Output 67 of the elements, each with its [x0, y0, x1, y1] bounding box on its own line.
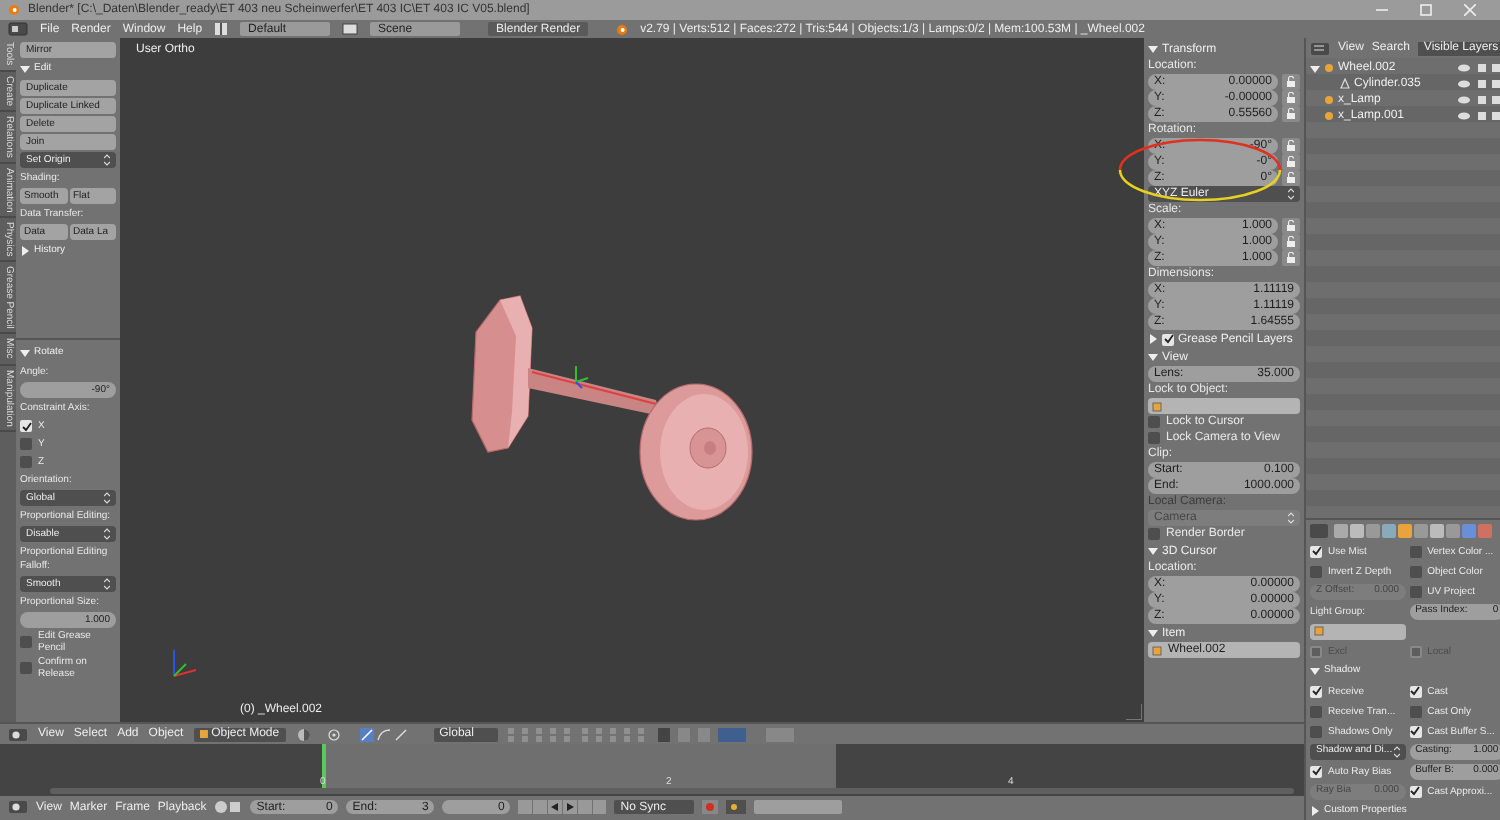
lock-button[interactable]: [1282, 90, 1300, 106]
visibility-icons-drawing: [1456, 62, 1500, 74]
object-icon: [1324, 62, 1334, 74]
header-tool-icons-drawing: [657, 727, 798, 741]
checkbox[interactable]: [1310, 565, 1322, 577]
checkbox[interactable]: [1409, 545, 1422, 557]
object-icon: [1314, 626, 1324, 636]
checkbox[interactable]: [1409, 685, 1422, 697]
editor-type-icon: [1310, 41, 1330, 55]
checkbox[interactable]: [1409, 785, 1422, 797]
layer-buttons-drawing: [507, 727, 648, 741]
checkbox[interactable]: [20, 420, 32, 432]
checkbox[interactable]: [1148, 432, 1160, 444]
checkbox[interactable]: [1409, 565, 1422, 577]
lock-button[interactable]: [1282, 138, 1300, 154]
screen-layout-icon: [214, 22, 229, 36]
updown-arrows-icon: [1288, 512, 1294, 524]
checkbox[interactable]: [20, 662, 32, 674]
mesh-icon: [1340, 78, 1350, 90]
close-icon[interactable]: [1464, 4, 1476, 16]
object-icon: [1152, 401, 1162, 411]
lock-button[interactable]: [1282, 218, 1300, 234]
playback-controls-drawing: [518, 800, 607, 814]
editor-type-icon: [8, 800, 28, 814]
checkbox[interactable]: [20, 456, 32, 468]
checkbox[interactable]: [1310, 545, 1322, 557]
lock-button[interactable]: [1282, 250, 1300, 266]
lock-button[interactable]: [1282, 74, 1300, 90]
object-icon: [1152, 645, 1162, 655]
scene-icon: [342, 22, 359, 36]
maximize-icon[interactable]: [1420, 4, 1432, 16]
checkbox[interactable]: [20, 636, 32, 648]
lock-button[interactable]: [1282, 234, 1300, 250]
checkbox[interactable]: [20, 438, 32, 450]
keying-set-icon: [726, 800, 747, 814]
object-mode-icon: [199, 730, 208, 738]
scrollbar[interactable]: [50, 788, 1294, 794]
checkbox[interactable]: [1148, 416, 1160, 428]
checkbox[interactable]: [1310, 725, 1322, 737]
checkbox[interactable]: [1148, 528, 1160, 540]
visibility-icons-drawing: [1456, 110, 1500, 122]
lock-button[interactable]: [1282, 154, 1300, 170]
text-field[interactable]: [1148, 398, 1300, 414]
visibility-icons-drawing: [1456, 94, 1500, 106]
visibility-icons-drawing: [1456, 78, 1500, 90]
axis-gizmo-icon: [168, 646, 200, 682]
updown-arrows-icon: [1288, 188, 1294, 200]
updown-arrows-icon: [104, 492, 110, 504]
lock-button[interactable]: [1282, 170, 1300, 186]
checkbox[interactable]: [1310, 685, 1322, 697]
checkbox[interactable]: [1409, 725, 1422, 737]
checkbox[interactable]: [1409, 705, 1422, 717]
minimize-icon[interactable]: [1376, 4, 1388, 16]
text-field[interactable]: [1310, 623, 1406, 639]
updown-arrows-icon: [104, 528, 110, 540]
updown-arrows-icon: [104, 578, 110, 590]
lock-button[interactable]: [1282, 106, 1300, 122]
checkbox[interactable]: [1310, 765, 1322, 777]
checkbox[interactable]: [1162, 333, 1174, 345]
keying-set-field[interactable]: [754, 800, 843, 814]
checkbox[interactable]: [1409, 585, 1422, 597]
app-logo-icon: [8, 4, 20, 16]
updown-arrows-icon: [104, 154, 110, 166]
blender-logo-icon: [616, 23, 629, 35]
checkbox[interactable]: [1310, 705, 1322, 717]
record-button-icon: [702, 800, 719, 814]
updown-arrows-icon: [1393, 745, 1400, 757]
